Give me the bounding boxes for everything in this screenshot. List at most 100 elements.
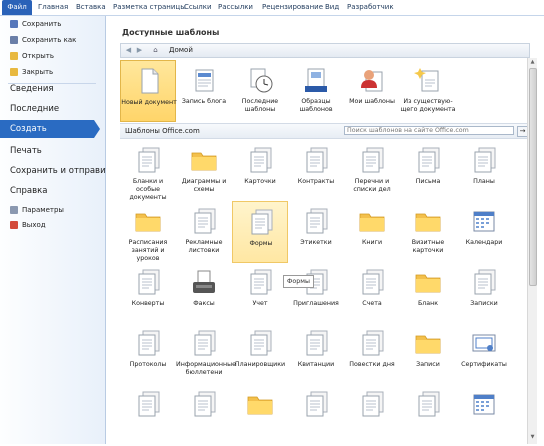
office-template-item[interactable]: Контракты xyxy=(288,140,344,202)
template-label: Из существую-щего документа xyxy=(400,98,456,113)
doc-icon xyxy=(358,146,386,174)
scroll-down-icon[interactable]: ▼ xyxy=(529,434,536,441)
save-button[interactable]: Сохранить xyxy=(10,18,61,31)
tab-developer[interactable]: Разработчик xyxy=(347,0,394,15)
office-template-item[interactable]: Планировщики xyxy=(232,323,288,385)
template-label: Визитные карточки xyxy=(411,239,445,254)
template-label: Записи xyxy=(416,361,440,368)
office-template-item[interactable]: Приглашения xyxy=(288,262,344,324)
office-template-item[interactable] xyxy=(344,384,400,446)
office-template-item[interactable] xyxy=(288,384,344,446)
office-template-item[interactable]: Рекламные листовки xyxy=(176,201,232,263)
back-button[interactable]: ◀ xyxy=(124,46,133,55)
home-icon[interactable]: ⌂ xyxy=(151,46,160,55)
office-template-item[interactable]: Визитные карточки xyxy=(400,201,456,263)
office-template-item[interactable]: Бланки и особые документы xyxy=(120,140,176,202)
certificate-icon xyxy=(470,329,498,357)
office-template-item[interactable]: Конверты xyxy=(120,262,176,324)
menu-help[interactable]: Справка xyxy=(10,182,47,200)
open-label: Открыть xyxy=(22,52,54,60)
scroll-up-icon[interactable]: ▲ xyxy=(529,59,536,66)
office-template-item[interactable] xyxy=(176,384,232,446)
forward-button[interactable]: ▶ xyxy=(135,46,144,55)
tab-references[interactable]: Ссылки xyxy=(184,0,212,15)
office-template-item[interactable] xyxy=(400,384,456,446)
template-label: Диаграммы и схемы xyxy=(181,178,227,193)
save-as-label: Сохранить как xyxy=(22,36,77,44)
exit-label: Выход xyxy=(22,221,46,229)
template-my-templates[interactable]: Мои шаблоны xyxy=(344,60,400,122)
template-blank-document[interactable]: Новый документ xyxy=(120,60,177,122)
template-from-existing[interactable]: Из существую-щего документа xyxy=(400,60,456,122)
template-label: Новый документ xyxy=(121,99,177,106)
office-template-item[interactable]: Перечни и списки дел xyxy=(344,140,400,202)
backstage-sidebar: Сохранить Сохранить как Открыть Закрыть … xyxy=(0,16,116,444)
tab-insert[interactable]: Вставка xyxy=(76,0,106,15)
menu-print[interactable]: Печать xyxy=(10,142,42,160)
office-template-item[interactable]: Повестки дня xyxy=(344,323,400,385)
scroll-thumb[interactable] xyxy=(529,68,537,286)
office-template-item[interactable]: Факсы xyxy=(176,262,232,324)
office-template-item[interactable]: Учет xyxy=(232,262,288,324)
open-button[interactable]: Открыть xyxy=(10,50,54,63)
office-template-item[interactable]: Записки xyxy=(456,262,512,324)
save-label: Сохранить xyxy=(22,20,62,28)
folder-icon xyxy=(358,207,386,235)
save-as-button[interactable]: Сохранить как xyxy=(10,34,76,47)
office-template-item[interactable] xyxy=(120,384,176,446)
office-template-item[interactable]: Планы xyxy=(456,140,512,202)
office-template-item[interactable]: Записи xyxy=(400,323,456,385)
office-template-item[interactable]: Сертификаты xyxy=(456,323,512,385)
template-recent-templates[interactable]: Последние шаблоны xyxy=(232,60,288,122)
close-button[interactable]: Закрыть xyxy=(10,66,53,79)
doc-icon xyxy=(246,146,274,174)
office-template-item[interactable]: Счета xyxy=(344,262,400,324)
template-label: Информационные бюллетени xyxy=(176,361,236,376)
tab-mailings[interactable]: Рассылки xyxy=(218,0,253,15)
tab-file[interactable]: Файл xyxy=(2,0,32,15)
office-template-item[interactable] xyxy=(232,384,288,446)
tab-view[interactable]: Вид xyxy=(325,0,339,15)
template-label: Запись блога xyxy=(181,98,227,105)
menu-create[interactable]: Создать xyxy=(0,120,100,138)
office-template-item[interactable]: Протоколы xyxy=(120,323,176,385)
office-template-item[interactable]: Диаграммы и схемы xyxy=(176,140,232,202)
template-label: Сертификаты xyxy=(461,361,507,368)
doc-icon xyxy=(190,390,218,418)
template-label: Рекламные листовки xyxy=(185,239,223,254)
vertical-scrollbar[interactable]: ▲ ▼ xyxy=(527,58,537,444)
tab-review[interactable]: Рецензирование xyxy=(262,0,323,15)
office-template-item[interactable]: Квитанции xyxy=(288,323,344,385)
doc-icon xyxy=(302,329,330,357)
tab-home[interactable]: Главная xyxy=(38,0,68,15)
breadcrumb[interactable]: Домой xyxy=(169,44,193,57)
template-label: Протоколы xyxy=(129,361,167,368)
template-label: Планы xyxy=(473,178,495,185)
template-sample-templates[interactable]: Образцы шаблонов xyxy=(288,60,344,122)
exit-button[interactable]: Выход xyxy=(10,219,46,232)
office-template-item[interactable]: Карточки xyxy=(232,140,288,202)
menu-recent[interactable]: Последние xyxy=(10,100,59,118)
tab-page-layout[interactable]: Разметка страницы xyxy=(113,0,186,15)
office-template-item[interactable] xyxy=(456,384,512,446)
menu-save-send[interactable]: Сохранить и отправить xyxy=(10,162,116,180)
office-template-item[interactable]: Письма xyxy=(400,140,456,202)
office-template-item[interactable]: Книги xyxy=(344,201,400,263)
office-template-item[interactable]: Календари xyxy=(456,201,512,263)
menu-info[interactable]: Сведения xyxy=(10,80,53,98)
office-template-item[interactable]: Формы xyxy=(232,201,288,263)
template-label: Календари xyxy=(465,239,503,246)
options-button[interactable]: Параметры xyxy=(10,204,64,217)
office-template-item[interactable]: Расписания занятий и уроков xyxy=(120,201,176,263)
office-template-item[interactable]: Информационные бюллетени xyxy=(176,323,236,385)
doc-icon xyxy=(470,268,498,296)
office-template-item[interactable]: Бланк xyxy=(400,262,456,324)
office-template-item[interactable]: Этикетки xyxy=(288,201,344,263)
template-search-input[interactable] xyxy=(344,126,514,135)
template-label: Счета xyxy=(362,300,382,307)
folder-icon xyxy=(414,268,442,296)
template-label: Письма xyxy=(415,178,441,185)
doc-icon xyxy=(246,329,274,357)
fax-icon xyxy=(190,268,218,296)
template-blog-post[interactable]: Запись блога xyxy=(176,60,232,122)
